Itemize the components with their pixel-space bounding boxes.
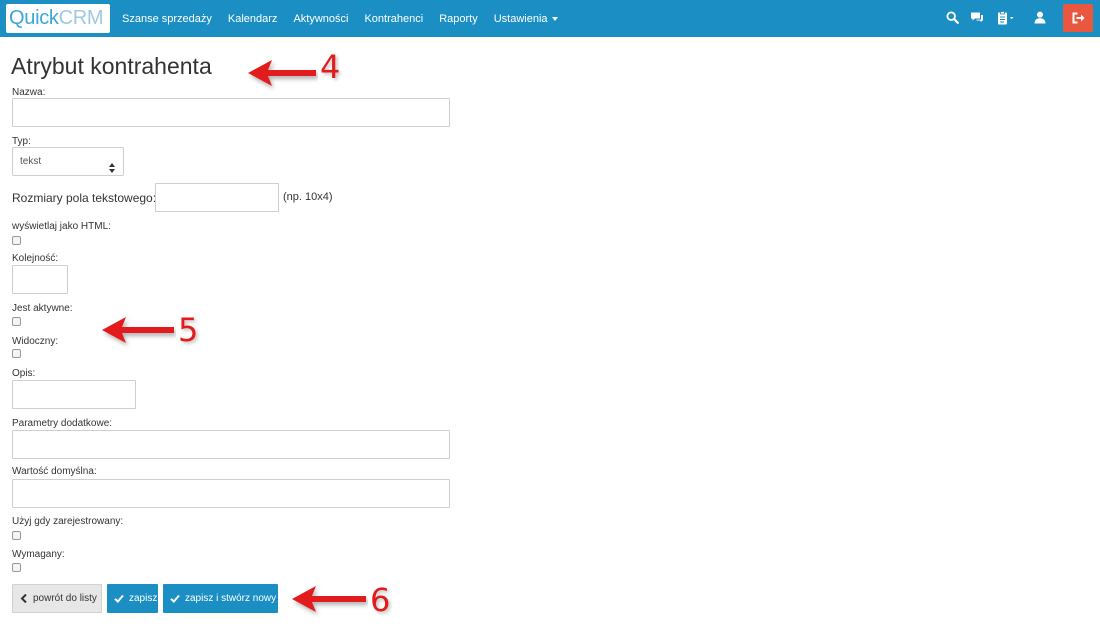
chat-icon[interactable] <box>970 11 984 27</box>
menu-item-ustawienia-label: Ustawienia <box>493 12 548 25</box>
use-registered-label: Użyj gdy zarejestrowany: <box>12 516 124 527</box>
user-icon[interactable] <box>1034 11 1046 27</box>
description-input[interactable] <box>12 380 136 409</box>
save-button[interactable]: zapisz <box>107 584 158 613</box>
annotation-number-5: 5 <box>178 311 199 349</box>
default-value-input[interactable] <box>12 479 450 508</box>
visible-label: Widoczny: <box>12 336 59 347</box>
menu-item-kontrahenci[interactable]: Kontrahenci <box>364 13 423 25</box>
back-to-list-button[interactable]: powrót do listy <box>12 584 102 613</box>
extra-params-label: Parametry dodatkowe: <box>12 418 113 429</box>
check-icon <box>170 594 180 603</box>
annotation-number-4: 4 <box>320 48 341 86</box>
page-title: Atrybut kontrahenta <box>11 53 212 79</box>
logo-text-crm: CRM <box>58 7 104 29</box>
text-size-hint: (np. 10x4) <box>283 191 333 203</box>
clipboard-icon[interactable] <box>997 11 1017 28</box>
logo-text-quick: Quick <box>9 7 59 29</box>
type-select-value: tekst <box>20 156 42 167</box>
main-menu: Szanse sprzedaży Kalendarz Aktywności Ko… <box>122 0 574 37</box>
active-checkbox[interactable] <box>12 317 21 326</box>
menu-item-szanse[interactable]: Szanse sprzedaży <box>122 13 212 25</box>
order-input[interactable] <box>12 265 68 294</box>
chevron-left-icon <box>20 594 27 603</box>
name-label: Nazwa: <box>12 87 46 98</box>
chevron-down-icon <box>551 16 558 21</box>
name-input[interactable] <box>12 98 450 127</box>
extra-params-input[interactable] <box>12 430 450 459</box>
search-icon[interactable] <box>946 11 959 27</box>
menu-item-aktywnosci[interactable]: Aktywności <box>293 13 348 25</box>
save-and-new-button[interactable]: zapisz i stwórz nowy <box>163 584 278 613</box>
select-arrows-icon <box>109 157 115 173</box>
annotation-arrow-icon <box>292 586 366 612</box>
required-label: Wymagany: <box>12 549 65 560</box>
logout-button[interactable] <box>1063 4 1093 32</box>
use-registered-checkbox[interactable] <box>12 531 21 540</box>
visible-checkbox[interactable] <box>12 349 21 358</box>
html-checkbox[interactable] <box>12 236 21 245</box>
description-label: Opis: <box>12 368 36 379</box>
default-value-label: Wartość domyślna: <box>12 466 97 477</box>
required-checkbox[interactable] <box>12 563 21 572</box>
save-and-new-label: zapisz i stwórz nowy <box>185 593 277 604</box>
save-label: zapisz <box>129 593 158 604</box>
menu-item-ustawienia[interactable]: Ustawienia <box>494 13 558 25</box>
annotation-arrow-icon <box>248 60 316 86</box>
menu-item-kalendarz[interactable]: Kalendarz <box>228 13 278 25</box>
annotation-arrow-icon <box>102 317 174 343</box>
active-label: Jest aktywne: <box>12 303 73 314</box>
logout-icon <box>1071 11 1085 28</box>
back-to-list-label: powrót do listy <box>33 593 97 604</box>
check-icon <box>114 594 124 603</box>
type-select[interactable]: tekst <box>12 147 124 176</box>
order-label: Kolejność: <box>12 253 59 264</box>
annotation-number-6: 6 <box>370 581 391 619</box>
text-size-label: Rozmiary pola tekstowego: <box>12 191 157 205</box>
type-label: Typ: <box>12 136 31 147</box>
html-label: wyświetlaj jako HTML: <box>12 221 111 232</box>
menu-item-raporty[interactable]: Raporty <box>439 13 478 25</box>
top-navbar: QuickCRM Szanse sprzedaży Kalendarz Akty… <box>0 0 1100 37</box>
text-size-input[interactable] <box>155 183 279 212</box>
app-logo[interactable]: QuickCRM <box>6 4 110 33</box>
